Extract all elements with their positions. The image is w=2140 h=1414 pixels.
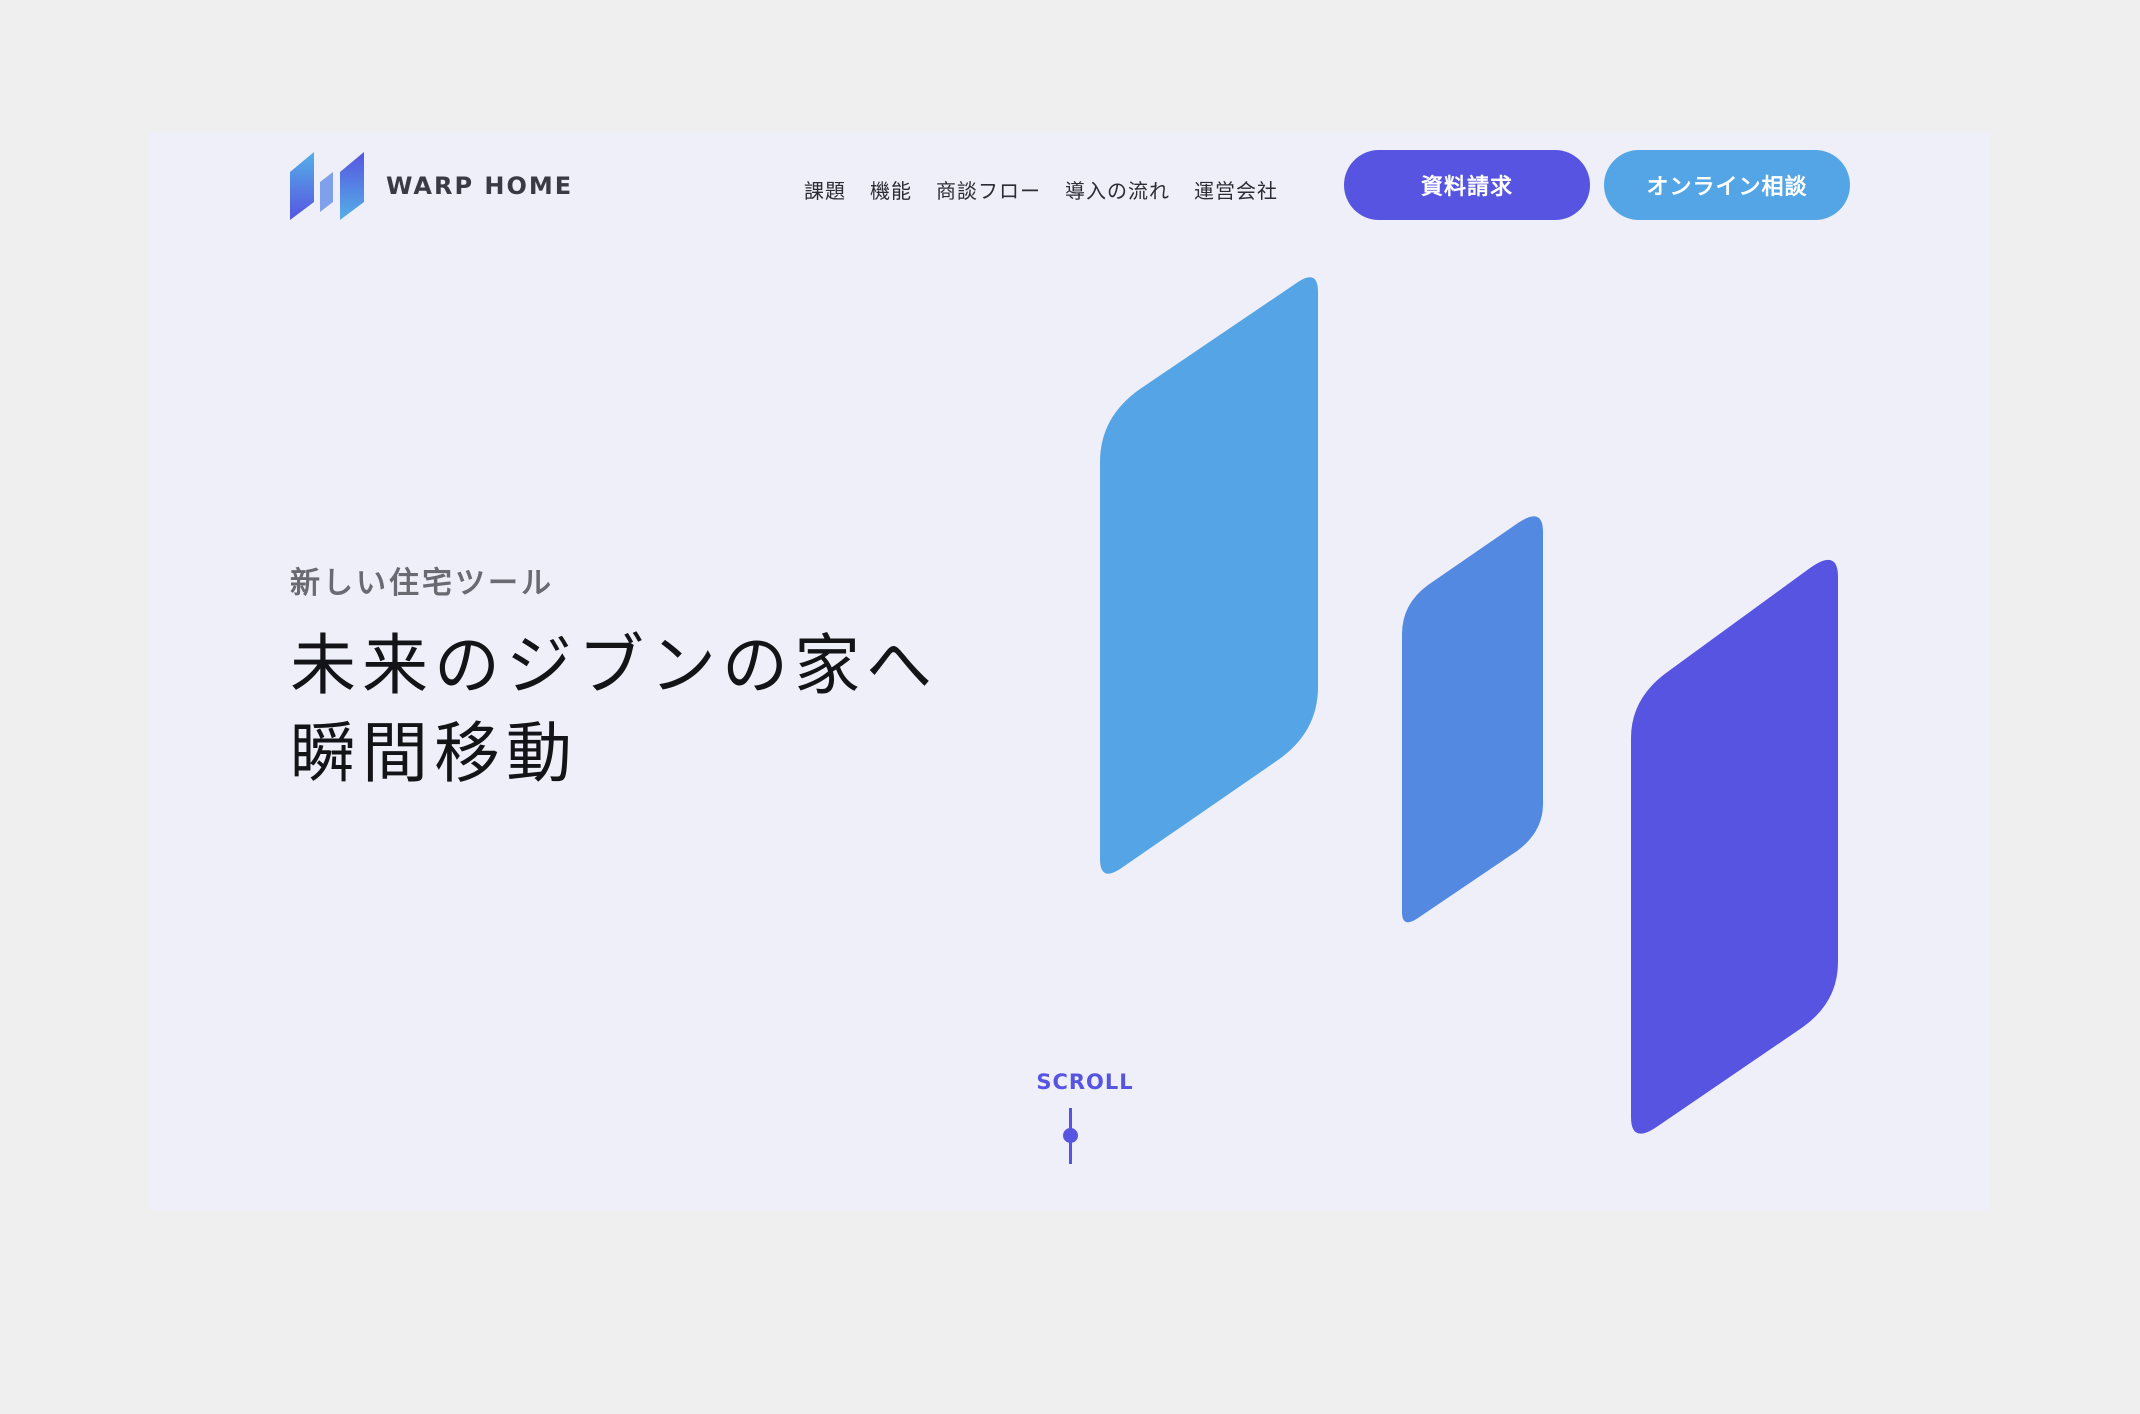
- hero-graphic: [1100, 277, 1838, 1134]
- scroll-indicator-dot: [1063, 1128, 1078, 1143]
- hero-shape-middle: [1402, 516, 1543, 923]
- hero-section: WARP HOME 課題 機能 商談フロー 導入の流れ 運営会社 資料請求 オン…: [148, 132, 1990, 1210]
- hero-shape-left: [1100, 277, 1318, 874]
- hero-shape-right: [1631, 559, 1838, 1134]
- scroll-label[interactable]: SCROLL: [1020, 1070, 1150, 1094]
